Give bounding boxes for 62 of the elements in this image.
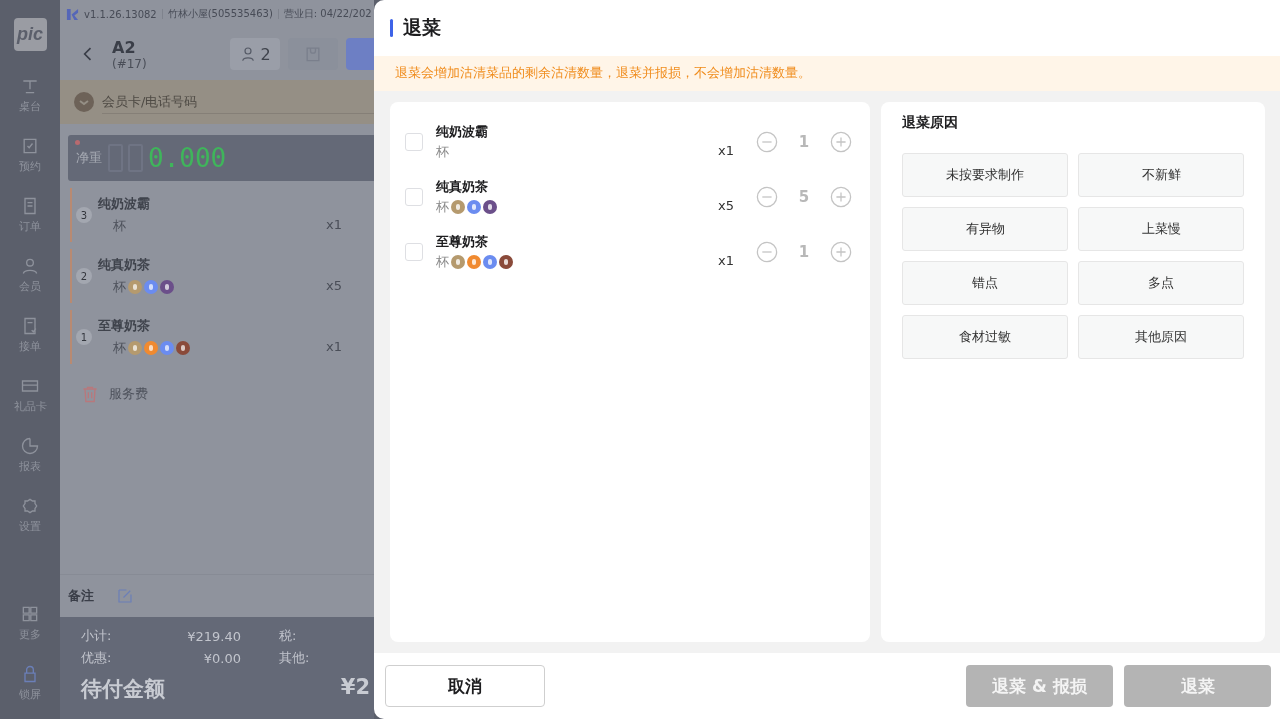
version-text: v1.1.26.13082	[84, 8, 157, 20]
scale-display: 净重 0.000	[68, 135, 374, 181]
summary-label: 小计:	[81, 627, 113, 645]
reason-option[interactable]: 上菜慢	[1078, 207, 1244, 251]
item-quantity: x1	[717, 253, 734, 268]
table-name: A2	[112, 37, 137, 57]
pie-chart-icon	[20, 436, 40, 456]
plus-button[interactable]	[830, 185, 852, 208]
summary-label: 优惠:	[81, 649, 113, 667]
reason-option[interactable]: 未按要求制作	[902, 153, 1068, 197]
plus-button[interactable]	[830, 240, 852, 263]
reason-option[interactable]: 其他原因	[1078, 315, 1244, 359]
member-search-field[interactable]: 会员卡/电话号码	[102, 90, 374, 114]
minus-button[interactable]	[756, 130, 778, 153]
return-count: 1	[797, 132, 811, 151]
service-fee: 服务费	[109, 385, 148, 403]
reasons-title: 退菜原因	[902, 114, 959, 132]
summary-value: ¥219.40	[186, 628, 241, 644]
item-name: 纯奶波霸	[436, 122, 489, 141]
checkbox[interactable]	[405, 187, 423, 206]
trash-icon[interactable]	[80, 384, 100, 404]
reason-option[interactable]: 有异物	[902, 207, 1068, 251]
plus-button[interactable]	[830, 130, 852, 153]
store-name: 竹林小屋(505535463)	[167, 7, 273, 21]
cancel-button[interactable]: 取消	[385, 665, 545, 707]
summary-label: 税:	[279, 627, 297, 645]
return-count: 1	[797, 242, 811, 261]
item-unit: 杯	[436, 142, 449, 161]
remark-label: 备注	[68, 587, 94, 605]
reason-option[interactable]: 错点	[902, 261, 1068, 305]
summary-label: 其他:	[279, 649, 310, 667]
notice-banner: 退菜会增加沽清菜品的剩余沽清数量，退菜并报损，不会增加沽清数量。	[374, 56, 1280, 91]
reason-option[interactable]: 不新鲜	[1078, 153, 1244, 197]
checkbox[interactable]	[405, 242, 423, 261]
status-dot	[75, 140, 80, 145]
edit-icon[interactable]	[116, 587, 134, 605]
settings-icon	[20, 496, 40, 516]
minus-button[interactable]	[756, 240, 778, 263]
item-unit: 杯	[436, 197, 449, 216]
dialog-title: 退菜	[403, 15, 441, 40]
grid-icon	[20, 604, 40, 624]
person-icon	[20, 256, 40, 276]
reason-option[interactable]: 多点	[1078, 261, 1244, 305]
amount-due-value: ¥2	[340, 675, 370, 701]
item-quantity: x5	[717, 198, 734, 213]
item-name: 纯真奶茶	[436, 177, 489, 196]
member-icon	[74, 92, 94, 112]
item-name: 至尊奶茶	[436, 232, 489, 251]
app-logo: pic	[13, 18, 47, 51]
app-logo-icon	[66, 7, 79, 21]
summary-value: ¥0.00	[202, 650, 241, 666]
order-number: (#17)	[112, 56, 148, 71]
item-unit: 杯	[436, 252, 449, 271]
guests-button[interactable]: 2	[230, 38, 280, 70]
member-search-bar[interactable]: 会员卡/电话号码	[60, 80, 374, 124]
reason-option[interactable]: 食材过敏	[902, 315, 1068, 359]
amount-due-label: 待付金额	[81, 676, 165, 703]
minus-button[interactable]	[756, 185, 778, 208]
return-count: 5	[797, 187, 811, 206]
title-accent	[390, 19, 393, 37]
checkbox[interactable]	[405, 132, 423, 151]
item-quantity: x1	[717, 143, 734, 158]
